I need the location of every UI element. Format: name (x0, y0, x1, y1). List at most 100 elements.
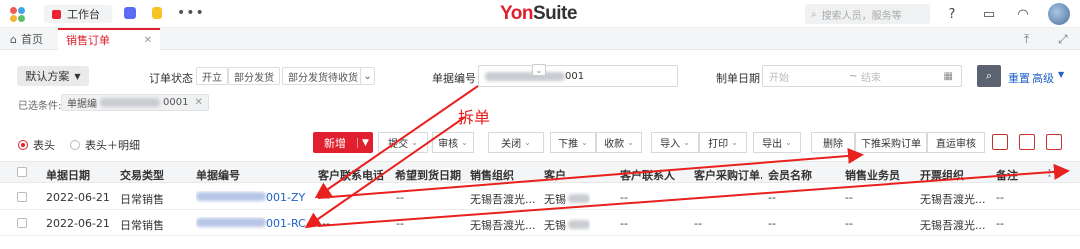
push-purchase-order-button[interactable]: 下推采购订单 (855, 132, 927, 153)
receipt-button[interactable]: 收款 ⌄ (596, 132, 642, 153)
cell-salesman: -- (845, 191, 853, 204)
col-header[interactable]: 客户采购订单... (694, 167, 762, 183)
redacted-text (196, 192, 266, 201)
tab-sales-order[interactable]: 销售订单 ✕ (58, 28, 160, 50)
selected-condition-chip[interactable]: 单据编 0001 ✕ (61, 94, 209, 111)
table-row[interactable]: 2022-06-21 日常销售 001-ZY -- -- 无锡吾渡光... 无锡… (0, 184, 1080, 210)
cell-doc-no[interactable]: 001-ZY (196, 191, 305, 204)
radio-header-detail[interactable]: 表头＋明细 (70, 137, 140, 153)
chevron-down-icon: ▼ (74, 71, 81, 81)
cell-org: 无锡吾渡光... (470, 193, 536, 206)
fullscreen-icon[interactable]: ⤢ (1058, 32, 1068, 47)
doc-no-suffix: 001-RC (266, 217, 306, 230)
import-button[interactable]: 导入 ⌄ (651, 132, 699, 153)
doc-no-input[interactable]: 001 (478, 65, 678, 87)
col-header[interactable]: 希望到货日期 (395, 167, 465, 183)
cell-org: 无锡吾渡光... (470, 219, 536, 232)
search-button[interactable]: ⌕ (977, 65, 1001, 87)
keyboard-icon[interactable] (1046, 134, 1062, 150)
col-header[interactable]: 单据日期 (46, 167, 90, 183)
upload-icon[interactable]: ⤒ (1024, 32, 1029, 47)
col-header[interactable]: 单据编号 (196, 167, 240, 183)
col-header[interactable]: 会员名称 (768, 167, 812, 183)
report-icon[interactable] (1019, 134, 1035, 150)
status-chip-partial-pending[interactable]: 部分发货待收货 (282, 67, 364, 85)
radio-header-only[interactable]: 表头 (18, 137, 55, 153)
chart-icon[interactable] (992, 134, 1008, 150)
chevron-down-icon: ⌄ (683, 138, 690, 147)
cell-arrival: -- (396, 217, 404, 230)
app-shortcut-icon[interactable] (124, 7, 136, 19)
delete-button[interactable]: 删除 (811, 132, 855, 153)
push-down-button[interactable]: 下推 ⌄ (550, 132, 596, 153)
new-button[interactable]: 新增 ▼ (313, 132, 373, 153)
more-dots-icon[interactable]: ••• (177, 5, 205, 21)
col-header[interactable]: 开票组织 (920, 167, 964, 183)
col-header[interactable]: 客户联系人 (620, 167, 688, 183)
doc-no-suffix: 001-ZY (266, 191, 306, 204)
cell-contact: -- (620, 217, 628, 230)
calendar-icon: ▦ (943, 70, 953, 82)
import-label: 导入 (660, 139, 681, 150)
date-range-input[interactable]: 开始 ~ 结束 ▦ (762, 65, 962, 87)
export-button[interactable]: 导出 ⌄ (753, 132, 801, 153)
row-checkbox[interactable] (17, 218, 27, 228)
annotation-text: 拆单 (458, 108, 491, 127)
global-search-input[interactable]: ⌕ 搜索人员，服务等 (805, 4, 930, 24)
close-order-button[interactable]: 关闭 ⌄ (488, 132, 544, 153)
radio-icon (70, 140, 80, 150)
row-checkbox[interactable] (17, 192, 27, 202)
app-logo-icon[interactable] (10, 7, 26, 23)
close-icon[interactable]: ✕ (194, 97, 202, 108)
date-end-placeholder: 结束 (861, 72, 881, 84)
cell-contact: -- (620, 191, 628, 204)
close-icon[interactable]: ✕ (144, 35, 152, 46)
date-start-placeholder: 开始 (769, 72, 789, 84)
submit-button[interactable]: 提交 ⌄ (378, 132, 428, 153)
col-header[interactable]: 销售业务员 (845, 167, 900, 183)
status-chip-partial[interactable]: 部分发货 (228, 67, 280, 85)
close-order-label: 关闭 (501, 139, 522, 150)
direct-ship-approve-label: 直运审核 (936, 139, 976, 150)
select-all-checkbox[interactable] (17, 167, 27, 177)
col-header[interactable]: 客户联系电话 (318, 167, 384, 183)
radio-header-only-label: 表头 (33, 139, 55, 152)
cell-doc-no[interactable]: 001-RC (196, 217, 306, 230)
table-row[interactable]: 2022-06-21 日常销售 001-RC -- -- 无锡吾渡光... 无锡… (0, 210, 1080, 236)
scheme-label: 默认方案 (25, 70, 70, 83)
print-button[interactable]: 打印 ⌄ (699, 132, 747, 153)
col-header[interactable]: 客户 (544, 167, 566, 183)
selected-chip-suffix: 0001 (163, 97, 189, 108)
cell-phone: -- (322, 191, 330, 204)
approve-button[interactable]: 审核 ⌄ (432, 132, 474, 153)
reset-link[interactable]: 重置 (1008, 70, 1030, 86)
cell-member: -- (768, 217, 776, 230)
redacted-text (568, 194, 590, 203)
col-header[interactable]: 交易类型 (120, 167, 164, 183)
submit-label: 提交 (388, 139, 409, 150)
note-shortcut-icon[interactable] (152, 7, 162, 19)
push-down-label: 下推 (558, 139, 579, 150)
cell-remark: -- (996, 191, 1004, 204)
cell-customer: 无锡 (544, 191, 590, 207)
tab-sales-order-label: 销售订单 (66, 34, 110, 47)
status-chip-open[interactable]: 开立 (196, 67, 228, 85)
advanced-link[interactable]: 高级 (1032, 70, 1054, 86)
direct-ship-approve-button[interactable]: 直运审核 (927, 132, 985, 153)
chevron-down-icon[interactable]: ▼ (357, 137, 373, 148)
col-header[interactable]: 销售组织 (470, 167, 514, 183)
message-icon[interactable]: ▭ (980, 5, 998, 23)
workbench-button[interactable]: 工作台 (44, 5, 112, 23)
collapse-toggle-icon[interactable]: ⌄ (532, 64, 546, 76)
chevron-down-icon[interactable]: ▼ (1058, 70, 1064, 79)
scheme-select[interactable]: 默认方案 ▼ (17, 66, 89, 86)
tab-home[interactable]: ⌂ 首页 (10, 28, 43, 50)
headset-icon[interactable]: ◠ (1014, 5, 1032, 23)
column-settings-icon[interactable]: ⫶ (1048, 167, 1051, 181)
chevron-down-icon[interactable]: ⌄ (360, 67, 375, 85)
help-icon[interactable]: ? (943, 5, 961, 23)
col-header[interactable]: 备注 (996, 167, 1018, 183)
doc-no-label: 单据编号 (432, 72, 476, 85)
avatar[interactable] (1048, 3, 1070, 25)
cell-po: -- (694, 217, 702, 230)
